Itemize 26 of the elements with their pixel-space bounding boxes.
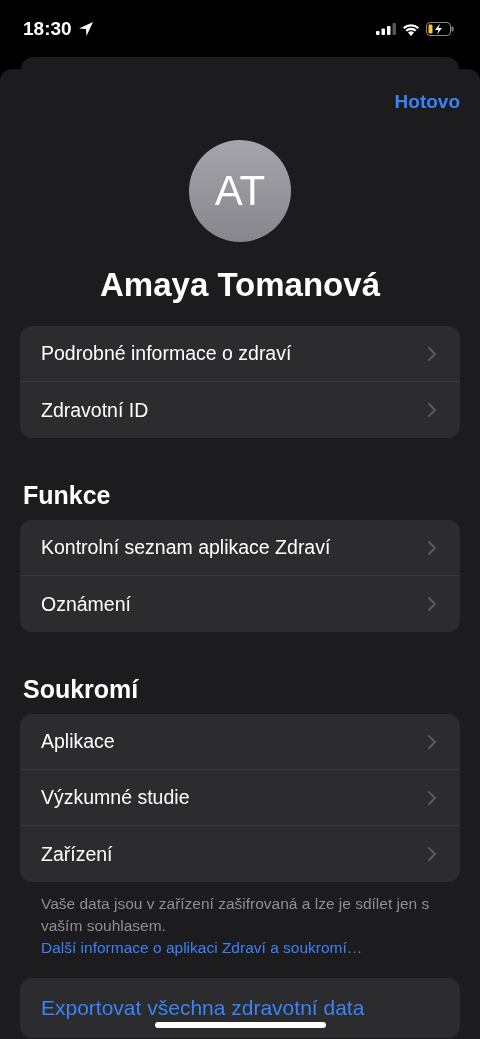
chevron-icon [428, 346, 436, 361]
section-title: Funkce [23, 481, 112, 510]
location-arrow-icon [77, 21, 94, 37]
chevron-icon [428, 597, 436, 611]
section-title: Soukromí [23, 675, 140, 704]
settings-row[interactable]: Podrobné informace o zdraví [20, 326, 460, 382]
signal-icon [376, 23, 396, 35]
chevron-icon [428, 734, 436, 749]
chevron-icon [428, 790, 436, 805]
privacy-link[interactable]: Další informace o aplikaci Zdraví a soukromí… [41, 937, 363, 959]
chevron-icon [428, 847, 436, 861]
wifi-icon [402, 22, 420, 36]
status-time: 18:30 [23, 18, 72, 40]
settings-row[interactable]: Zdravotní ID [20, 382, 460, 438]
settings-row[interactable]: Výzkumné studie [20, 770, 460, 826]
settings-row[interactable]: Oznámení [20, 576, 460, 632]
profile-name: Amaya Tomanová [99, 266, 382, 304]
avatar: AT [189, 140, 291, 242]
battery-charging-icon [426, 22, 454, 36]
settings-row[interactable]: Zařízení [20, 826, 460, 882]
done-button[interactable]: Hotovo [394, 91, 460, 113]
chevron-icon [428, 403, 436, 417]
settings-row[interactable]: Kontrolní seznam aplikace Zdraví [20, 520, 460, 576]
privacy-note: Vaše data jsou v zařízení zašifrovaná a lze je sdílet jen s vaším souhlasem. [41, 894, 431, 936]
settings-row[interactable]: Aplikace [20, 714, 460, 770]
chevron-icon [428, 540, 436, 555]
